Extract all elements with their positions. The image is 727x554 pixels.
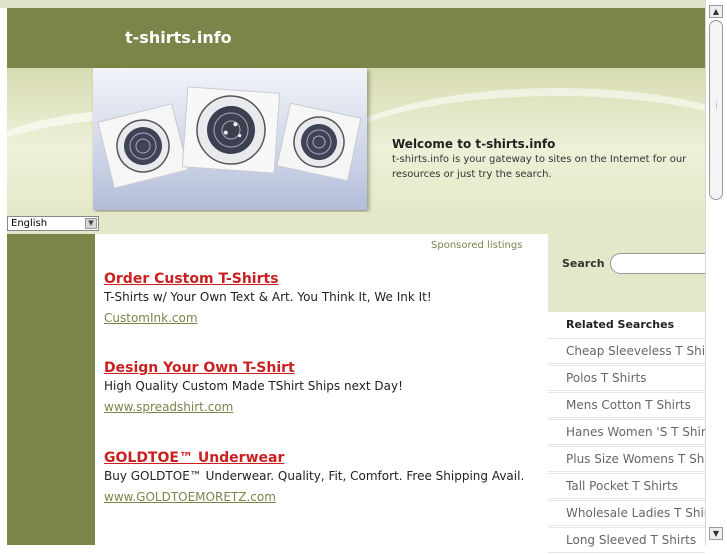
related-search-link[interactable]: Long Sleeved T Shirts	[548, 527, 705, 553]
welcome-text: t-shirts.info is your gateway to sites o…	[392, 154, 687, 180]
related-search-link[interactable]: Cheap Sleeveless T Shirts	[548, 338, 705, 364]
arrow-up-icon[interactable]: ▲	[709, 5, 723, 18]
search-input[interactable]	[610, 253, 720, 274]
left-sidebar	[7, 234, 95, 545]
chevron-down-icon[interactable]: ▼	[85, 218, 97, 229]
site-title[interactable]: t-shirts.info	[125, 28, 232, 47]
search-label: Search	[562, 257, 605, 270]
right-panel: Search Related Searches Cheap Sleeveless…	[548, 234, 720, 553]
listing-title-link[interactable]: Design Your Own T-Shirt	[104, 359, 544, 377]
top-strip	[0, 0, 727, 8]
banner-photo-targets	[93, 68, 367, 210]
search-box: Search	[548, 234, 720, 312]
listing-description: Buy GOLDTOE™ Underwear. Quality, Fit, Co…	[104, 469, 525, 483]
welcome-title: Welcome to t-shirts.info	[392, 137, 556, 151]
vertical-scrollbar[interactable]: ▲ ⋮ ⋮ ▼	[705, 0, 727, 545]
related-search-link[interactable]: Plus Size Womens T Shirts	[548, 446, 705, 472]
language-select[interactable]: English ▼	[7, 216, 99, 231]
listing-url-link[interactable]: www.spreadshirt.com	[104, 400, 233, 414]
grip-icon: ⋮ ⋮	[713, 100, 720, 111]
related-search-link[interactable]: Polos T Shirts	[548, 365, 705, 391]
listing: Design Your Own T-Shirt High Quality Cus…	[104, 359, 544, 416]
language-bar	[7, 212, 705, 234]
related-searches-list: Cheap Sleeveless T Shirts Polos T Shirts…	[548, 338, 705, 554]
listing-description: T-Shirts w/ Your Own Text & Art. You Thi…	[104, 290, 432, 304]
scrollbar-thumb[interactable]: ⋮ ⋮	[709, 20, 723, 200]
related-search-link[interactable]: Hanes Women 'S T Shirts	[548, 419, 705, 445]
related-searches-heading: Related Searches	[566, 318, 675, 331]
listing-description: High Quality Custom Made TShirt Ships ne…	[104, 379, 403, 393]
listing: Order Custom T-Shirts T-Shirts w/ Your O…	[104, 270, 544, 327]
banner: Welcome to t-shirts.info t-shirts.info i…	[7, 68, 705, 212]
site-header: t-shirts.info	[7, 8, 705, 68]
arrow-down-icon[interactable]: ▼	[709, 527, 723, 540]
sponsored-listings-label: Sponsored listings	[431, 240, 523, 251]
related-search-link[interactable]: Wholesale Ladies T Shirts	[548, 500, 705, 526]
related-search-link[interactable]: Mens Cotton T Shirts	[548, 392, 705, 418]
target-cards-image	[97, 86, 362, 189]
listing-title-link[interactable]: GOLDTOE™ Underwear	[104, 449, 544, 467]
language-select-value: English	[11, 218, 48, 229]
related-search-link[interactable]: Tall Pocket T Shirts	[548, 473, 705, 499]
listing-url-link[interactable]: www.GOLDTOEMORETZ.com	[104, 490, 276, 504]
listing: GOLDTOE™ Underwear Buy GOLDTOE™ Underwea…	[104, 449, 544, 506]
listing-title-link[interactable]: Order Custom T-Shirts	[104, 270, 544, 288]
listing-url-link[interactable]: CustomInk.com	[104, 311, 198, 325]
